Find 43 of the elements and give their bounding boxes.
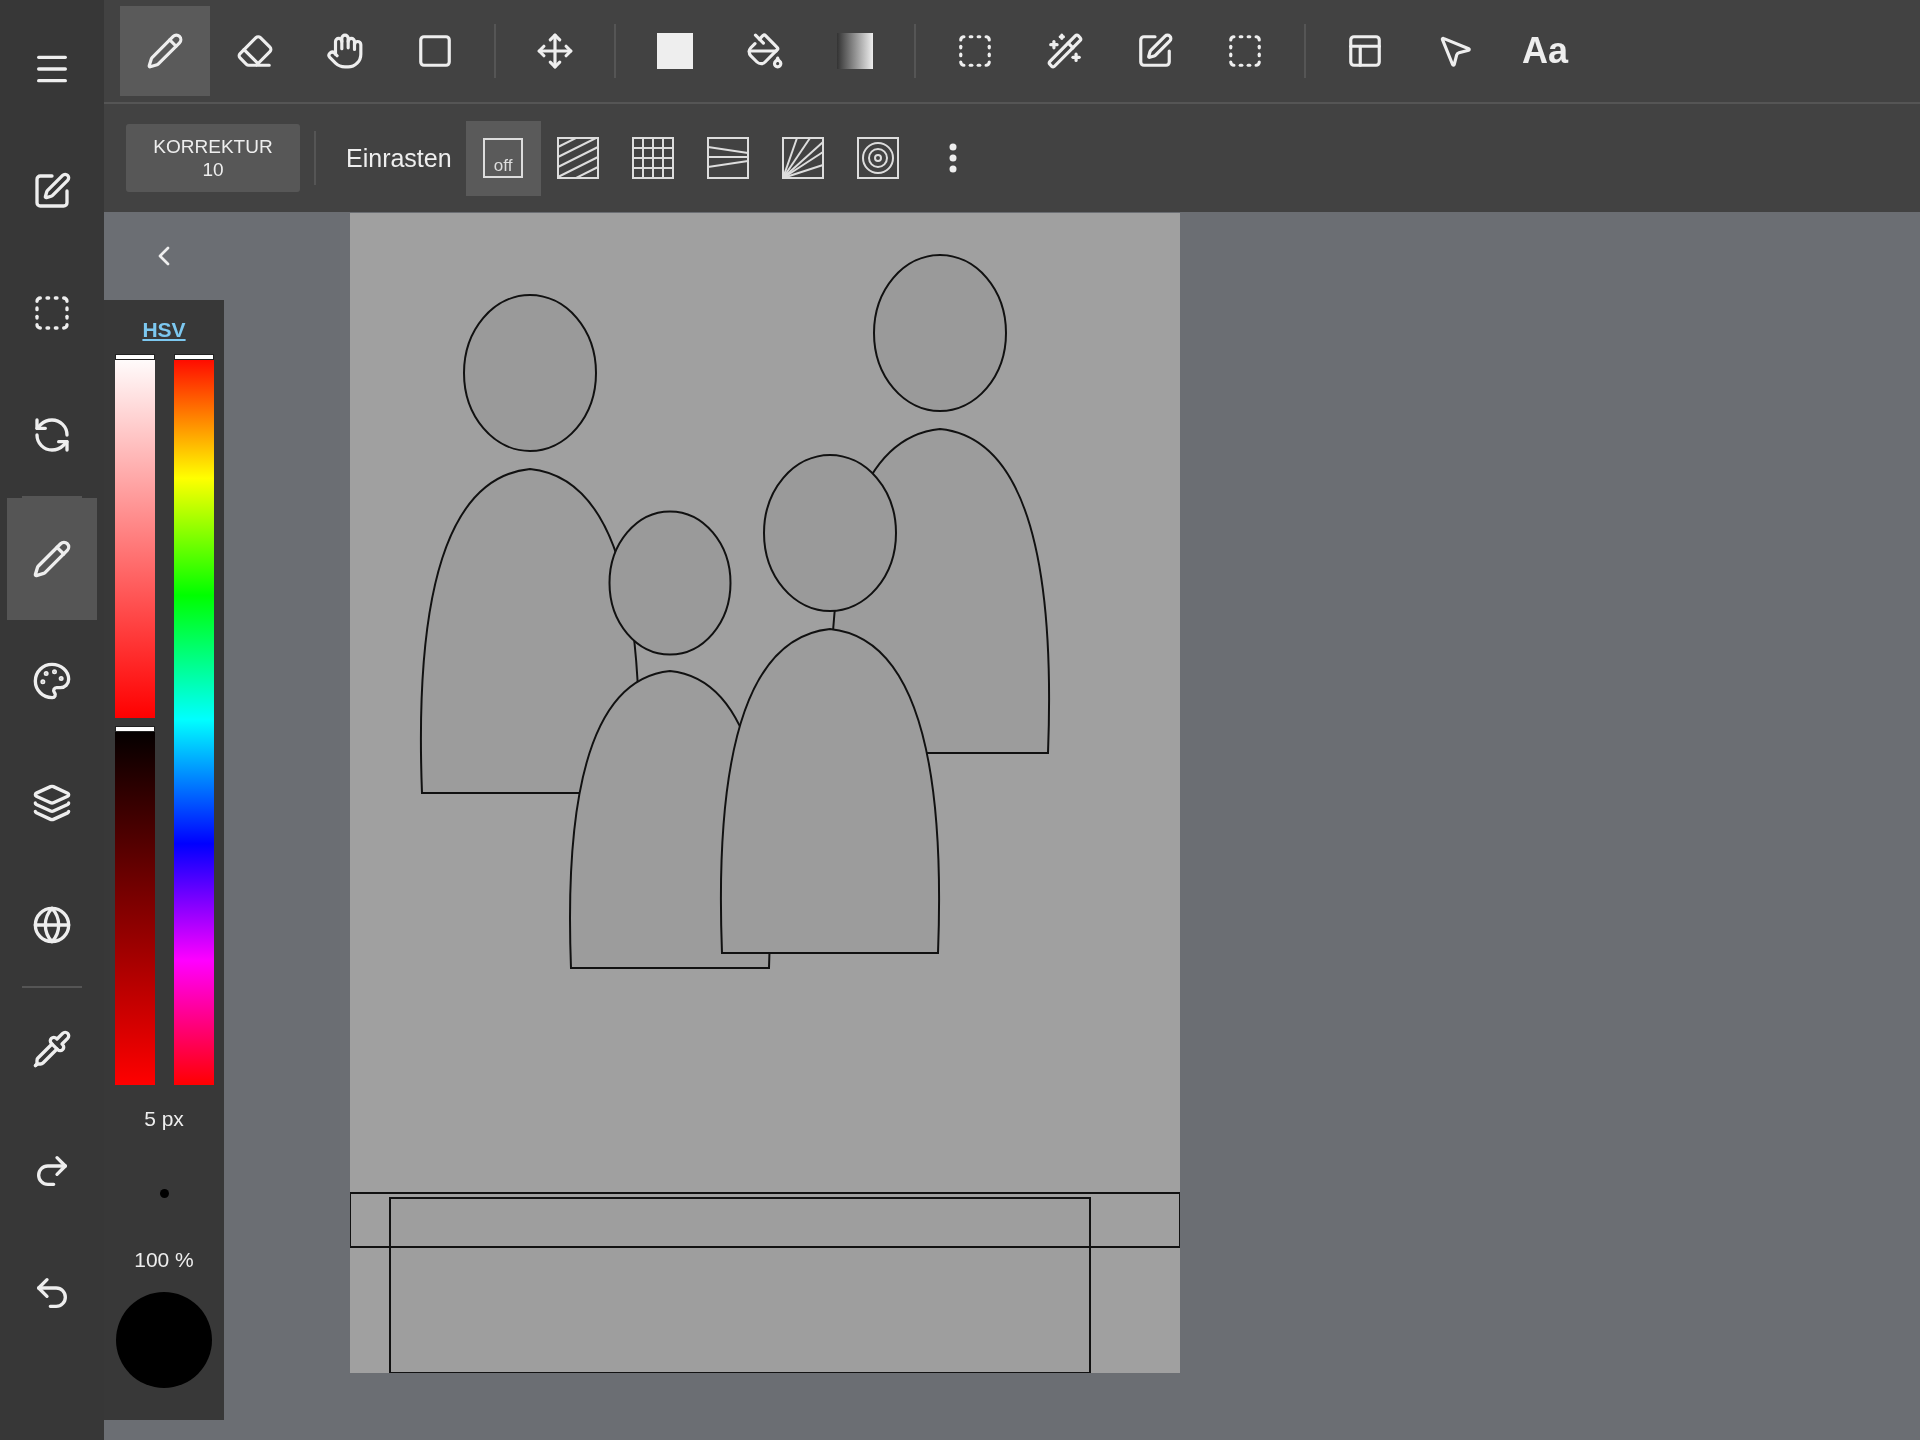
- eraser-icon: [236, 32, 274, 70]
- globe-icon: [32, 905, 72, 945]
- wand-icon: [1046, 32, 1084, 70]
- more-icon: [949, 143, 958, 173]
- saturation-slider[interactable]: [114, 354, 155, 718]
- filled-square-icon: [657, 33, 693, 69]
- bucket-icon: [746, 32, 784, 70]
- rotate-icon: [32, 415, 72, 455]
- hue-slider[interactable]: [173, 354, 214, 1085]
- tool-button[interactable]: [120, 6, 210, 96]
- square-icon: [416, 32, 454, 70]
- hand-icon: [326, 32, 364, 70]
- grid-icon: [632, 137, 675, 179]
- dashed-square-icon: [32, 293, 72, 333]
- dashed-square-icon: [1226, 32, 1264, 70]
- off-label: off: [483, 138, 524, 178]
- gradient-icon: [837, 33, 873, 69]
- text-tool-button[interactable]: Aa: [1500, 6, 1590, 96]
- brush-size: 5 px: [144, 1107, 184, 1131]
- radial-lines-icon: [782, 137, 825, 179]
- sidebar-button[interactable]: [7, 498, 97, 620]
- perspective-lines-icon: [707, 137, 750, 179]
- pencil-icon: [32, 539, 72, 579]
- snap-button[interactable]: off: [465, 120, 541, 196]
- correction-value: 10: [202, 158, 224, 181]
- concentric-circles-icon: [857, 137, 900, 179]
- edit-icon: [32, 171, 72, 211]
- move-icon: [536, 32, 574, 70]
- correction-button[interactable]: KORREKTUR 10: [126, 124, 300, 192]
- palette-icon: [32, 661, 72, 701]
- correction-label: KORREKTUR: [153, 135, 273, 158]
- panels-icon: [1346, 32, 1384, 70]
- brightness-slider[interactable]: [114, 726, 155, 1085]
- eyedropper-icon: [32, 1029, 72, 1069]
- hsv-link[interactable]: HSV: [142, 318, 186, 342]
- pencil-icon: [146, 32, 184, 70]
- parallel-lines-icon: [557, 137, 600, 179]
- brush-preview: [159, 1189, 169, 1198]
- opacity-value: 100 %: [134, 1248, 194, 1272]
- dashed-square-icon: [956, 32, 994, 70]
- edit-icon: [1136, 32, 1174, 70]
- layers-icon: [32, 783, 72, 823]
- snap-label: Einrasten: [346, 143, 452, 173]
